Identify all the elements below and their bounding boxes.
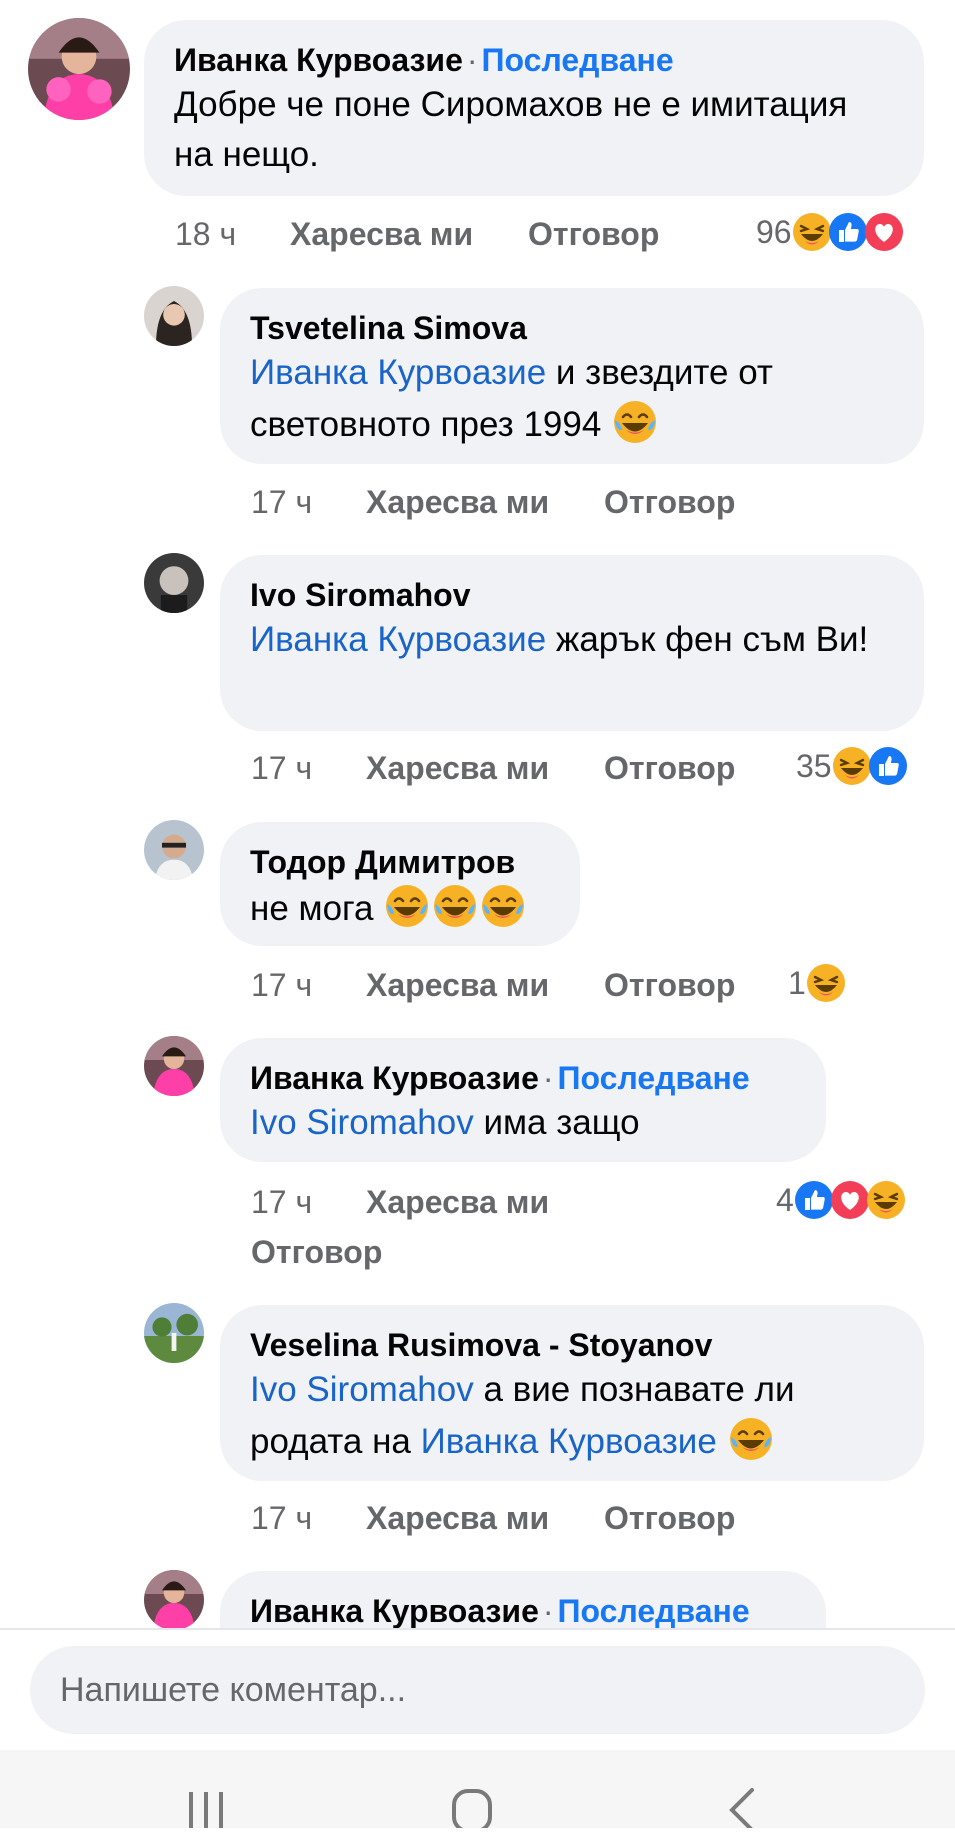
author-name[interactable]: Veselina Rusimova - Stoyanov — [250, 1325, 894, 1365]
mention-link[interactable]: Иванка Курвоазие — [250, 620, 546, 659]
like-icon — [868, 746, 908, 786]
reactions-summary[interactable]: 35 — [796, 744, 908, 788]
reaction-count: 35 — [796, 747, 832, 784]
avatar[interactable] — [28, 18, 130, 120]
comment-text: Добре че поне Сиромахов не е имитация на… — [174, 85, 848, 174]
author-name[interactable]: Tsvetelina Simova — [250, 308, 894, 348]
tears-of-joy-icon — [727, 1415, 775, 1463]
comment-actions: 17 ч Харесва ми Отговор — [251, 746, 771, 790]
tears-of-joy-icon — [479, 882, 527, 930]
avatar[interactable] — [144, 1303, 204, 1363]
back-icon — [729, 1788, 754, 1832]
comment-composer-bar — [0, 1628, 955, 1750]
haha-icon — [832, 746, 872, 786]
haha-icon — [806, 963, 846, 1003]
timestamp[interactable]: 17 ч — [251, 1496, 312, 1540]
like-button[interactable]: Харесва ми — [366, 480, 549, 524]
comment-actions: 18 ч Харесва ми Отговор — [175, 212, 695, 256]
reaction-count: 4 — [776, 1181, 794, 1218]
mention-link[interactable]: Иванка Курвоазие — [421, 1422, 717, 1461]
recent-apps-icon — [189, 1792, 223, 1828]
like-icon — [794, 1180, 834, 1220]
author-name[interactable]: Иванка Курвоазие — [174, 42, 463, 78]
love-icon — [830, 1180, 870, 1220]
follow-button[interactable]: Последване — [558, 1060, 750, 1096]
mention-link[interactable]: Иванка Курвоазие — [250, 353, 546, 392]
reply-button[interactable]: Отговор — [251, 1230, 382, 1274]
like-button[interactable]: Харесва ми — [366, 746, 549, 790]
comments-feed[interactable]: Иванка Курвоазие · Последване Добре че пон… — [0, 0, 955, 1628]
author-name[interactable]: Иванка Курвоазие — [250, 1060, 539, 1096]
like-icon — [828, 212, 868, 252]
reactions-summary[interactable]: 96 — [756, 210, 904, 254]
comment-text: има защо — [473, 1103, 640, 1142]
avatar[interactable] — [144, 1036, 204, 1096]
like-button[interactable]: Харесва ми — [366, 1496, 549, 1540]
comment-bubble[interactable]: Tsvetelina Simova Иванка Курвоазие и зве… — [220, 288, 924, 464]
recent-apps-button[interactable] — [146, 1750, 266, 1828]
reply-button[interactable]: Отговор — [604, 746, 735, 790]
comment-actions: 17 ч Харесва ми Отговор — [251, 963, 771, 1007]
comment-input[interactable] — [60, 1646, 880, 1734]
separator: · — [542, 1593, 554, 1628]
author-name[interactable]: Иванка Курвоазие — [250, 1593, 539, 1628]
comment-text: не мога — [250, 889, 384, 928]
comment-composer[interactable] — [30, 1646, 925, 1734]
haha-icon — [792, 212, 832, 252]
comment-bubble[interactable]: Иванка Курвоазие · Последване Ivo Siromaho… — [220, 1038, 826, 1162]
separator: · — [466, 42, 478, 78]
author-name[interactable]: Ivo Siromahov — [250, 575, 894, 615]
reply-button[interactable]: Отговор — [604, 963, 735, 1007]
like-button[interactable]: Харесва ми — [290, 212, 473, 256]
comment-actions: 17 ч Харесва ми Отговор — [251, 1180, 671, 1280]
mention-link[interactable]: Ivo Siromahov — [250, 1370, 474, 1409]
comment-actions: 17 ч Харесва ми Отговор — [251, 1496, 771, 1540]
timestamp[interactable]: 17 ч — [251, 746, 312, 790]
avatar[interactable] — [144, 1570, 204, 1628]
reactions-summary[interactable]: 4 — [776, 1178, 906, 1222]
comment-actions: 17 ч Харесва ми Отговор — [251, 480, 771, 524]
comment-bubble[interactable]: Ivo Siromahov Иванка Курвоазие жарък фен… — [220, 555, 924, 731]
reaction-count: 96 — [756, 213, 792, 250]
follow-button[interactable]: Последване — [558, 1593, 750, 1628]
reply-button[interactable]: Отговор — [528, 212, 659, 256]
comment-bubble[interactable]: Тодор Димитров не мога — [220, 822, 580, 946]
comment-bubble[interactable]: Иванка Курвоазие · Последване — [220, 1571, 826, 1628]
tears-of-joy-icon — [611, 398, 659, 446]
author-name[interactable]: Тодор Димитров — [250, 842, 550, 882]
haha-icon — [866, 1180, 906, 1220]
mention-link[interactable]: Ivo Siromahov — [250, 1103, 474, 1142]
avatar[interactable] — [144, 286, 204, 346]
separator: · — [542, 1060, 554, 1096]
reply-button[interactable]: Отговор — [604, 1496, 735, 1540]
love-icon — [864, 212, 904, 252]
like-button[interactable]: Харесва ми — [366, 963, 549, 1007]
avatar[interactable] — [144, 820, 204, 880]
avatar[interactable] — [144, 553, 204, 613]
follow-button[interactable]: Последване — [482, 42, 674, 78]
reaction-count: 1 — [788, 964, 806, 1001]
comment-bubble[interactable]: Иванка Курвоазие · Последване Добре че пон… — [144, 20, 924, 196]
comment-bubble[interactable]: Veselina Rusimova - Stoyanov Ivo Siromah… — [220, 1305, 924, 1481]
reactions-summary[interactable]: 1 — [788, 961, 846, 1005]
home-button[interactable] — [412, 1750, 532, 1833]
timestamp[interactable]: 17 ч — [251, 480, 312, 524]
like-button[interactable]: Харесва ми — [366, 1180, 549, 1224]
timestamp[interactable]: 18 ч — [175, 212, 236, 256]
reply-button[interactable]: Отговор — [604, 480, 735, 524]
back-button[interactable] — [680, 1750, 800, 1832]
timestamp[interactable]: 17 ч — [251, 1180, 312, 1224]
timestamp[interactable]: 17 ч — [251, 963, 312, 1007]
comment-text: жарък фен съм Ви! — [546, 620, 869, 659]
system-navigation-bar — [0, 1750, 955, 1833]
tears-of-joy-icon — [431, 882, 479, 930]
tears-of-joy-icon — [383, 882, 431, 930]
home-icon — [452, 1789, 492, 1833]
